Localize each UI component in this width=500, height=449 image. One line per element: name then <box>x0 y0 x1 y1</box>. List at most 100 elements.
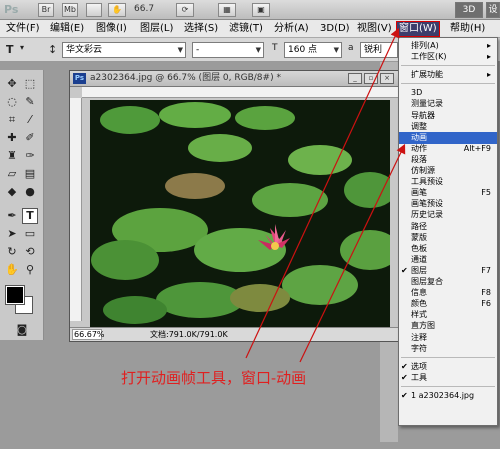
menu-layer[interactable]: 图层(L) <box>138 22 175 36</box>
type-tool-icon[interactable]: T <box>6 43 14 56</box>
window-menu-item-label: 颜色 <box>411 299 427 309</box>
zoom-tool-icon[interactable]: ⚲ <box>22 262 38 278</box>
eraser-tool-icon[interactable]: ▱ <box>4 166 20 182</box>
window-menu-dropdown: 排列(A) ▸ 工作区(K) ▸ 扩展功能 ▸ 3D 测量记录 导航器 调整 动画 动作 Alt+F9 段… <box>398 37 498 426</box>
view-extras-button[interactable] <box>86 3 102 17</box>
checkmark-icon: ✔ <box>401 390 408 400</box>
menu-separator <box>401 356 495 358</box>
window-menu-item-label: 图层复合 <box>411 277 443 286</box>
window-menu-item-label: 工具预设 <box>411 177 443 187</box>
menu-view[interactable]: 视图(V) <box>355 22 394 36</box>
font-size-value: 160 点 <box>288 45 318 55</box>
window-menu-item-label: 1 a2302364.jpg <box>411 390 475 400</box>
minimize-icon[interactable]: _ <box>348 73 362 84</box>
photoshop-logo: Ps <box>4 3 19 16</box>
submenu-arrow-icon: ▸ <box>486 70 491 80</box>
chevron-down-icon: ▼ <box>333 46 339 54</box>
window-menu-item[interactable]: ✔ 工具 <box>399 372 497 384</box>
menu-image[interactable]: 图像(I) <box>94 22 129 36</box>
window-menu-item-label: 历史记录 <box>411 210 443 220</box>
window-menu-item-label: 3D <box>411 88 423 98</box>
image-canvas[interactable] <box>90 100 390 328</box>
quick-select-tool-icon[interactable]: ✎ <box>22 94 38 110</box>
window-menu-item-label: 测量记录 <box>411 99 443 109</box>
gradient-tool-icon[interactable]: ▤ <box>22 166 38 182</box>
vertical-ruler <box>70 98 82 321</box>
font-style-value: - <box>196 45 200 55</box>
antialias-value: 锐利 <box>364 45 383 55</box>
clone-stamp-icon[interactable]: ♜ <box>4 148 20 164</box>
shape-tool-icon[interactable]: ▭ <box>22 226 38 242</box>
window-menu-item-label: 路径 <box>411 221 427 231</box>
crop-tool-icon[interactable]: ⌗ <box>4 112 20 128</box>
window-menu-item-label: 排列(A) <box>411 41 439 50</box>
menu-help[interactable]: 帮助(H) <box>448 22 487 36</box>
maximize-icon[interactable]: ▫ <box>364 73 378 84</box>
window-menu-item[interactable]: 字符 <box>399 343 497 355</box>
window-menu-item-label: 色板 <box>411 243 427 253</box>
document-title-bar[interactable]: Ps a2302364.jpg @ 66.7% (图层 0, RGB/8#) *… <box>70 71 398 87</box>
menu-filter[interactable]: 滤镜(T) <box>227 22 265 36</box>
arrange-documents-button[interactable]: ▦ <box>218 3 236 17</box>
3d-orbit-icon[interactable]: ⟲ <box>22 244 38 260</box>
dodge-tool-icon[interactable]: ● <box>22 184 38 200</box>
window-menu-item-label: 调整 <box>411 121 427 131</box>
window-menu-item-label: 画笔 <box>411 188 427 198</box>
font-size-select[interactable]: 160 点 ▼ <box>284 42 342 58</box>
submenu-arrow-icon: ▸ <box>486 52 491 62</box>
water-lily-photo <box>90 100 390 328</box>
close-icon[interactable]: × <box>380 73 394 84</box>
type-tool-icon[interactable]: T <box>22 208 38 224</box>
antialias-select[interactable]: 锐利 <box>360 42 398 58</box>
menu-select[interactable]: 选择(S) <box>182 22 220 36</box>
hand-tool-button[interactable]: ✋ <box>108 3 126 17</box>
window-menu-item[interactable]: 扩展功能 ▸ <box>399 69 497 81</box>
app-bar: Ps Br Mb ✋ 66.7 ⟳ ▦ ▣ 3D 设 <box>0 0 500 20</box>
document-status-bar: 66.67% 文档:791.0K/791.0K <box>70 327 398 341</box>
rotate-view-button[interactable]: ⟳ <box>176 3 194 17</box>
document-window: Ps a2302364.jpg @ 66.7% (图层 0, RGB/8#) *… <box>69 70 399 342</box>
menu-separator <box>401 385 495 387</box>
zoom-level[interactable]: 66.7 <box>134 4 154 14</box>
move-tool-icon[interactable]: ✥ <box>4 76 20 92</box>
foreground-color-swatch[interactable] <box>5 285 25 305</box>
chevron-down-icon: ▼ <box>177 46 183 54</box>
status-zoom-field[interactable]: 66.67% <box>72 329 105 340</box>
quick-mask-icon[interactable]: ◙ <box>14 322 30 338</box>
mini-bridge-button[interactable]: Mb <box>62 3 78 17</box>
history-brush-icon[interactable]: ✑ <box>22 148 38 164</box>
menu-window[interactable]: 窗口(W) <box>396 21 440 37</box>
toolbox: ✥ ⬚ ◌ ✎ ⌗ ⁄ ✚ ✐ ♜ ✑ ▱ ▤ ◆ ● ✒ T ➤ ▭ ↻ ⟲ … <box>0 70 44 340</box>
text-orientation-icon[interactable]: ↕ <box>48 43 57 56</box>
font-style-select[interactable]: - ▼ <box>192 42 264 58</box>
window-menu-item-label: 字符 <box>411 343 427 353</box>
window-menu-item[interactable]: ✔ 1 a2302364.jpg <box>399 390 497 402</box>
menu-analysis[interactable]: 分析(A) <box>272 22 311 36</box>
hand-tool-icon[interactable]: ✋ <box>4 262 20 278</box>
lasso-tool-icon[interactable]: ◌ <box>4 94 20 110</box>
window-menu-item-label: 信息 <box>411 288 427 298</box>
workspace-settings-button[interactable]: 设 <box>486 2 500 18</box>
document-size-info[interactable]: 文档:791.0K/791.0K <box>150 328 228 341</box>
3d-rotate-icon[interactable]: ↻ <box>4 244 20 260</box>
healing-brush-icon[interactable]: ✚ <box>4 130 20 146</box>
pen-tool-icon[interactable]: ✒ <box>4 208 20 224</box>
eyedropper-tool-icon[interactable]: ⁄ <box>22 112 38 128</box>
blur-tool-icon[interactable]: ◆ <box>4 184 20 200</box>
menu-file[interactable]: 文件(F) <box>4 22 42 36</box>
window-menu-item-label: 工具 <box>411 372 427 382</box>
font-family-select[interactable]: 华文彩云 ▼ <box>62 42 186 58</box>
bridge-button[interactable]: Br <box>38 3 54 17</box>
workspace-3d-button[interactable]: 3D <box>455 2 483 18</box>
window-menu-item-label: 注释 <box>411 332 427 342</box>
menu-edit[interactable]: 编辑(E) <box>48 22 86 36</box>
tool-preset-arrow-icon[interactable]: ▾ <box>20 43 24 52</box>
window-menu-item-label: 直方图 <box>411 321 435 331</box>
chevron-down-icon: ▼ <box>255 46 261 54</box>
menu-3d[interactable]: 3D(D) <box>318 22 352 36</box>
screen-mode-button[interactable]: ▣ <box>252 3 270 17</box>
marquee-tool-icon[interactable]: ⬚ <box>22 76 38 92</box>
brush-tool-icon[interactable]: ✐ <box>22 130 38 146</box>
path-select-icon[interactable]: ➤ <box>4 226 20 242</box>
window-menu-item[interactable]: 工作区(K) ▸ <box>399 51 497 63</box>
